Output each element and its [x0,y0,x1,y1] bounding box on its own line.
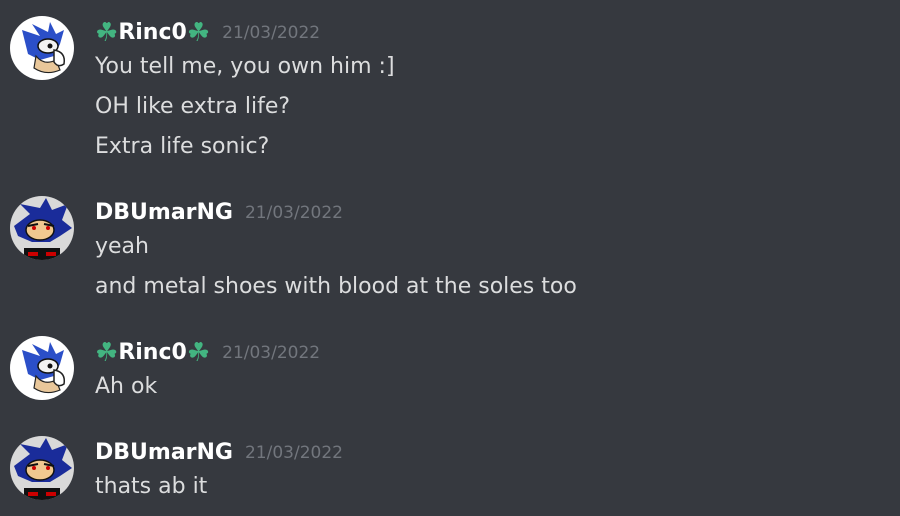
message-header: DBUmarNG 21/03/2022 [95,196,343,230]
username[interactable]: Rinc0 [118,20,187,45]
message-header: DBUmarNG 21/03/2022 [95,436,343,470]
dark-sonic-avatar-icon [10,196,74,260]
message-text: and metal shoes with blood at the soles … [95,274,577,299]
message-text: You tell me, you own him :] [95,54,395,79]
message-text: yeah [95,234,149,259]
username[interactable]: DBUmarNG [95,440,233,465]
avatar[interactable] [10,336,74,400]
clover-icon: ☘ [186,338,211,368]
sonic-thinking-avatar-icon [10,16,74,80]
timestamp: 21/03/2022 [244,443,343,463]
username[interactable]: DBUmarNG [95,200,233,225]
clover-icon: ☘ [95,18,119,48]
avatar[interactable] [10,16,74,80]
message-text: Extra life sonic? [95,134,270,159]
clover-icon: ☘ [95,338,119,368]
message-header: ☘Rinc0☘ 21/03/2022 [95,336,320,370]
timestamp: 21/03/2022 [222,343,321,363]
dark-sonic-avatar-icon [10,436,74,500]
avatar[interactable] [10,196,74,260]
timestamp: 21/03/2022 [244,203,343,223]
sonic-thinking-avatar-icon [10,336,74,400]
username[interactable]: Rinc0 [118,340,187,365]
message-text: OH like extra life? [95,94,291,119]
message-text: thats ab it [95,474,208,499]
message-text: Ah ok [95,374,158,399]
clover-icon: ☘ [186,18,211,48]
timestamp: 21/03/2022 [222,23,321,43]
message-header: ☘Rinc0☘ 21/03/2022 [95,16,320,50]
avatar[interactable] [10,436,74,500]
